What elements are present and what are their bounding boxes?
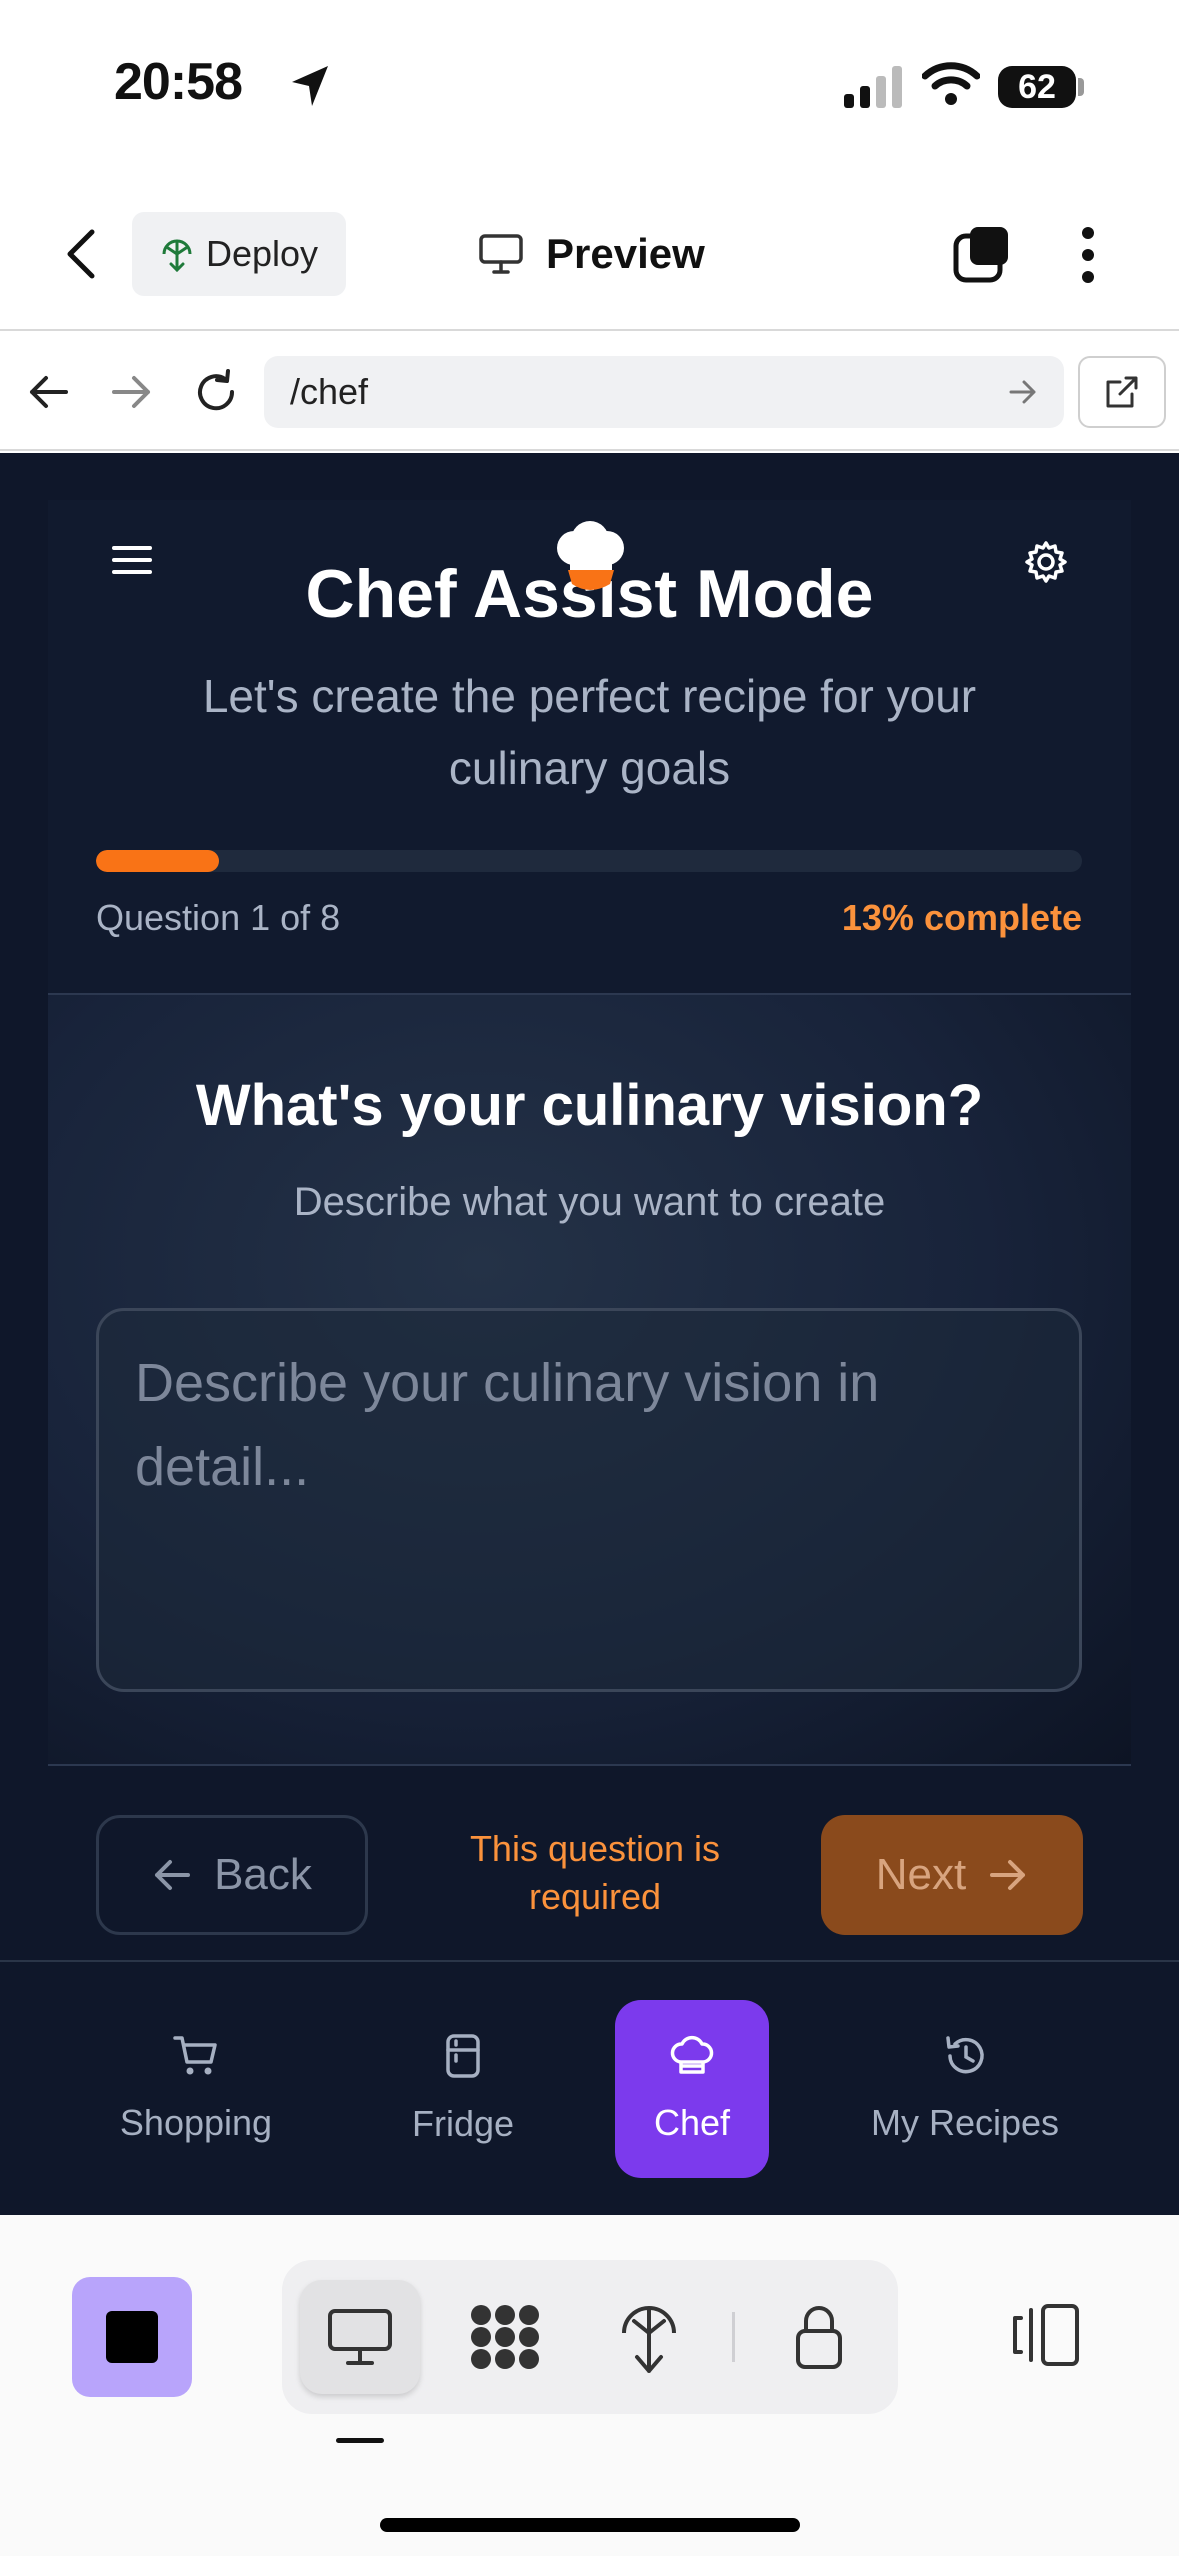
stop-square-icon	[106, 2311, 158, 2363]
panel-toggle-button[interactable]	[1000, 2290, 1090, 2380]
back-label: Back	[214, 1850, 312, 1899]
apps-view-button[interactable]	[450, 2280, 560, 2394]
deploy-view-button[interactable]	[594, 2280, 704, 2394]
page-subtitle: Let's create the perfect recipe for your…	[202, 670, 977, 794]
chef-hat-logo-icon	[550, 518, 630, 600]
nav-item-fridge[interactable]: Fridge	[363, 2000, 563, 2178]
cart-icon	[173, 2034, 219, 2078]
nav-label-my-recipes: My Recipes	[870, 2102, 1060, 2143]
tabs-icon[interactable]	[952, 224, 1014, 284]
chef-hat-icon	[669, 2034, 715, 2078]
url-field[interactable]: /chef	[264, 356, 1064, 428]
deploy-label: Deploy	[205, 233, 319, 274]
nav-item-my-recipes[interactable]: My Recipes	[845, 2000, 1085, 2178]
arrow-right-icon	[988, 1857, 1028, 1893]
fridge-icon	[445, 2033, 481, 2079]
deploy-button[interactable]: Deploy	[132, 212, 346, 296]
nav-item-chef[interactable]: Chef	[615, 2000, 769, 2178]
lock-button[interactable]	[764, 2280, 874, 2394]
preview-title: Preview	[478, 222, 705, 286]
history-icon	[942, 2034, 988, 2078]
status-time: 20:58	[114, 53, 243, 111]
question-title: What's your culinary vision?	[195, 1073, 984, 1138]
wifi-icon	[922, 62, 980, 106]
more-vertical-icon[interactable]	[1078, 226, 1098, 284]
nav-label-fridge: Fridge	[411, 2103, 515, 2144]
lock-icon	[794, 2303, 844, 2371]
monitor-icon	[478, 233, 524, 275]
reload-icon[interactable]	[192, 368, 240, 416]
question-description: Describe what you want to create	[293, 1180, 886, 1224]
preview-label: Preview	[546, 230, 705, 277]
arrow-left-icon	[152, 1857, 192, 1893]
home-indicator	[380, 2518, 800, 2532]
next-button[interactable]: Next	[821, 1815, 1083, 1935]
toolbar-divider	[732, 2312, 735, 2362]
location-arrow-icon	[290, 64, 330, 108]
percent-complete: 13% complete	[841, 897, 1082, 938]
open-external-button[interactable]	[1078, 356, 1166, 428]
browser-back-icon[interactable]	[26, 372, 70, 412]
active-view-indicator	[336, 2438, 384, 2443]
stop-button[interactable]	[72, 2277, 192, 2397]
desktop-icon	[326, 2307, 394, 2367]
progress-fill	[96, 850, 220, 872]
nav-item-shopping[interactable]: Shopping	[96, 2000, 296, 2178]
url-text: /chef	[290, 371, 369, 412]
sidebar-panel-icon	[1007, 2302, 1083, 2368]
battery-indicator: 62	[998, 66, 1076, 108]
back-chevron-icon[interactable]	[62, 226, 102, 282]
deploy-icon	[160, 236, 194, 272]
apps-icon	[467, 2301, 543, 2373]
question-counter: Question 1 of 8	[96, 897, 341, 938]
go-arrow-icon[interactable]	[1008, 378, 1038, 406]
external-link-icon	[1104, 374, 1140, 410]
culinary-vision-input[interactable]	[96, 1308, 1082, 1692]
nav-label-chef: Chef	[653, 2102, 731, 2143]
nav-label-shopping: Shopping	[119, 2102, 273, 2143]
progress-bar	[96, 850, 1082, 872]
required-message: This question is required	[469, 1828, 721, 1917]
browser-forward-icon[interactable]	[110, 372, 154, 412]
deploy-tree-icon	[619, 2301, 679, 2373]
back-button[interactable]: Back	[96, 1815, 368, 1935]
next-label: Next	[875, 1850, 967, 1899]
battery-tip	[1078, 78, 1084, 96]
cellular-signal-icon	[844, 64, 906, 108]
desktop-view-button[interactable]	[300, 2280, 420, 2394]
